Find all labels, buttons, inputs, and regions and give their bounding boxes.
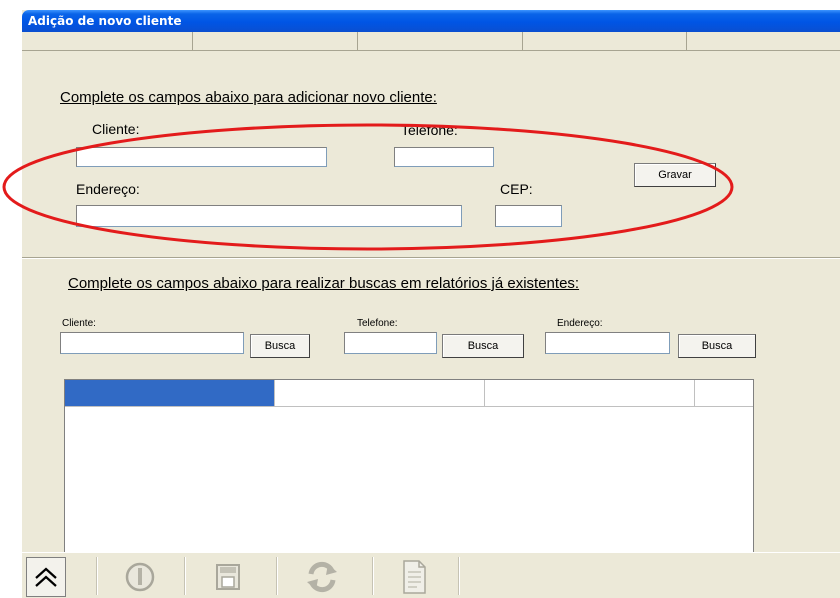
search-section-heading: Complete os campos abaixo para realizar … bbox=[68, 275, 580, 292]
gravar-button[interactable]: Gravar bbox=[634, 163, 716, 187]
search-endereco-input[interactable] bbox=[545, 332, 670, 354]
busca-endereco-button[interactable]: Busca bbox=[678, 334, 756, 358]
toolbar-separator bbox=[96, 557, 98, 595]
grid-header-cell[interactable] bbox=[485, 380, 695, 406]
save-icon bbox=[216, 564, 240, 590]
telefone-label: Telefone: bbox=[401, 122, 458, 138]
search-telefone-input[interactable] bbox=[344, 332, 437, 354]
tab-segment[interactable] bbox=[22, 32, 193, 50]
power-button[interactable] bbox=[120, 557, 160, 597]
tab-segment[interactable] bbox=[686, 32, 839, 50]
grid-header-cell-selected[interactable] bbox=[65, 380, 275, 406]
toolbar-separator bbox=[458, 557, 460, 595]
window-title: Adição de novo cliente bbox=[28, 14, 182, 28]
document-icon bbox=[403, 560, 426, 594]
tab-segment[interactable] bbox=[357, 32, 523, 50]
power-icon bbox=[125, 562, 155, 592]
cliente-label: Cliente: bbox=[92, 121, 140, 137]
title-bar[interactable]: Adição de novo cliente bbox=[22, 10, 840, 32]
add-section-heading: Complete os campos abaixo para adicionar… bbox=[60, 89, 437, 106]
endereco-input[interactable] bbox=[76, 205, 462, 227]
endereco-label: Endereço: bbox=[76, 181, 140, 197]
document-button[interactable] bbox=[394, 557, 434, 597]
grid-header-cell[interactable] bbox=[275, 380, 485, 406]
search-cliente-input[interactable] bbox=[60, 332, 244, 354]
tab-strip bbox=[22, 32, 840, 51]
search-cliente-label: Cliente: bbox=[62, 318, 96, 329]
cliente-input[interactable] bbox=[76, 147, 327, 167]
window: Adição de novo cliente Complete os campo… bbox=[22, 10, 840, 598]
results-grid[interactable] bbox=[64, 379, 754, 554]
search-telefone-label: Telefone: bbox=[357, 318, 398, 329]
tab-segment[interactable] bbox=[522, 32, 687, 50]
telefone-input[interactable] bbox=[394, 147, 494, 167]
toolbar-separator bbox=[184, 557, 186, 595]
section-divider bbox=[22, 257, 840, 259]
toolbar-separator bbox=[372, 557, 374, 595]
grid-header-row bbox=[65, 380, 753, 407]
tab-segment[interactable] bbox=[192, 32, 358, 50]
refresh-button[interactable] bbox=[300, 557, 344, 597]
save-toolbar-button[interactable] bbox=[208, 557, 248, 597]
collapse-button[interactable] bbox=[26, 557, 66, 597]
refresh-icon bbox=[307, 561, 337, 593]
bottom-toolbar bbox=[22, 552, 840, 598]
busca-cliente-button[interactable]: Busca bbox=[250, 334, 310, 358]
grid-header-cell[interactable] bbox=[695, 380, 753, 406]
toolbar-separator bbox=[276, 557, 278, 595]
busca-telefone-button[interactable]: Busca bbox=[442, 334, 524, 358]
double-chevron-up-icon bbox=[35, 567, 57, 587]
cep-label: CEP: bbox=[500, 181, 533, 197]
search-endereco-label: Endereço: bbox=[557, 318, 603, 329]
cep-input[interactable] bbox=[495, 205, 562, 227]
